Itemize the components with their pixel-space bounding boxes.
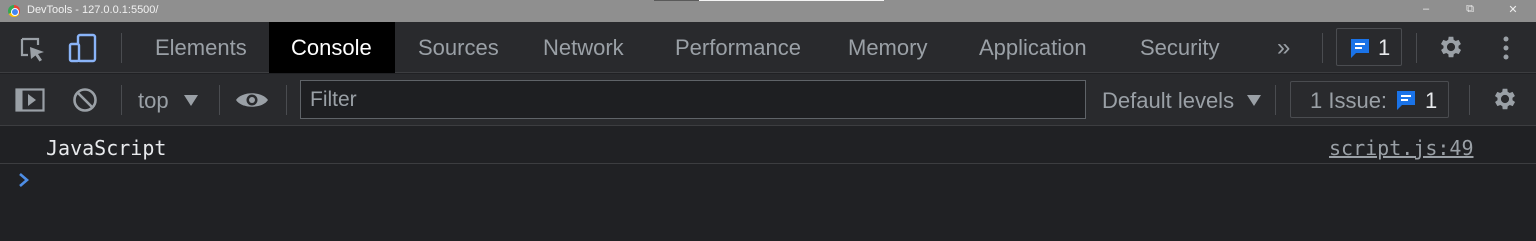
tab-application[interactable]: Application (979, 22, 1087, 73)
toolbar-divider (1469, 85, 1470, 115)
message-icon (1349, 37, 1371, 59)
toolbar-divider (219, 85, 220, 115)
toolbar-divider (121, 85, 122, 115)
tab-network[interactable]: Network (543, 22, 624, 73)
tab-memory[interactable]: Memory (848, 22, 927, 73)
filter-field[interactable] (300, 80, 1086, 119)
minimize-button[interactable]: – (1416, 3, 1436, 15)
console-message-text: JavaScript (46, 136, 167, 160)
tab-performance[interactable]: Performance (675, 22, 801, 73)
tab-security[interactable]: Security (1140, 22, 1219, 73)
restore-button[interactable]: ⧉ (1460, 3, 1480, 16)
console-prompt-chevron-icon[interactable] (16, 170, 32, 190)
console-settings-gear-icon[interactable] (1491, 85, 1519, 113)
settings-gear-icon[interactable] (1437, 33, 1465, 61)
message-icon (1395, 89, 1417, 111)
toolbar-divider (286, 85, 287, 115)
window-titlebar: DevTools - 127.0.0.1:5500/ – ⧉ ✕ (0, 0, 1536, 22)
show-sidebar-icon[interactable] (15, 88, 45, 112)
close-button[interactable]: ✕ (1503, 3, 1523, 16)
titlebar-divider (654, 0, 699, 1)
window-title: DevTools - 127.0.0.1:5500/ (27, 4, 159, 16)
devtools-main-toolbar: Elements Console Sources Network Perform… (0, 22, 1536, 73)
log-levels-dropdown[interactable]: Default levels (1102, 88, 1234, 114)
live-expression-eye-icon[interactable] (235, 90, 269, 110)
filter-input[interactable] (301, 81, 1085, 118)
toolbar-divider (1416, 33, 1417, 63)
tab-sources[interactable]: Sources (418, 22, 499, 73)
context-selector[interactable]: top (138, 88, 169, 114)
console-message-source-link[interactable]: script.js:49 (1329, 136, 1474, 160)
issues-count: 1 (1378, 35, 1391, 60)
issues-button[interactable]: 1 Issue: 1 (1290, 81, 1449, 118)
issues-counter-button[interactable]: 1 (1336, 28, 1402, 66)
titlebar-divider (699, 0, 884, 1)
tab-elements[interactable]: Elements (155, 22, 247, 73)
clear-console-icon[interactable] (72, 87, 98, 113)
issues-count: 1 (1425, 88, 1438, 113)
toolbar-divider (1275, 85, 1276, 115)
dropdown-arrow-icon (1247, 95, 1261, 106)
toolbar-divider (121, 33, 122, 63)
console-message: JavaScript script.js:49 (0, 127, 1536, 164)
console-toolbar: top Default levels 1 Issue: 1 (0, 74, 1536, 126)
more-tabs-button[interactable]: » (1277, 22, 1290, 73)
toolbar-divider (1322, 33, 1323, 63)
chrome-logo-icon (8, 5, 20, 17)
device-toolbar-icon[interactable] (67, 32, 99, 64)
tab-console[interactable]: Console (269, 22, 395, 73)
inspect-element-icon[interactable] (18, 35, 46, 63)
issues-label: 1 Issue: (1310, 88, 1388, 113)
more-options-icon[interactable] (1502, 35, 1510, 61)
dropdown-arrow-icon (184, 95, 198, 106)
